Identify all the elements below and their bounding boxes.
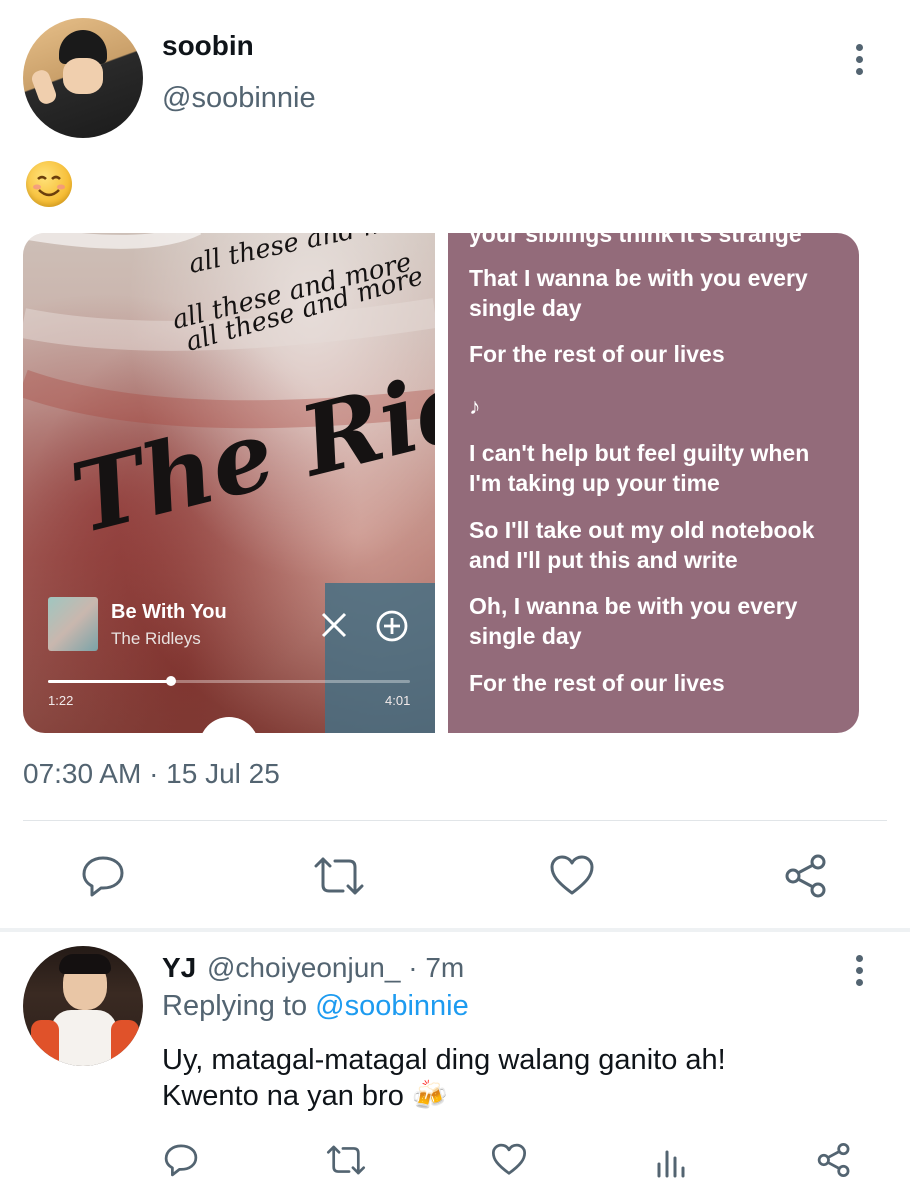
lyric-line: So I'll take out my old notebook and I'l… [469,517,815,573]
like-icon[interactable] [491,1142,527,1178]
share-icon[interactable] [816,1142,852,1178]
reply-handle-time[interactable]: @choiyeonjun_ · 7m [207,952,464,984]
album-cover-image[interactable]: all these and more all these and more al… [23,233,435,733]
author-handle[interactable]: @soobinnie [162,82,316,115]
reply-more-options-icon[interactable] [856,955,868,991]
author-avatar[interactable] [23,18,143,138]
lyric-line: Oh, I wanna be with you every single day [469,593,798,649]
retweet-icon[interactable] [326,1142,366,1178]
lyric-line: For the rest of our lives [469,341,725,367]
media-grid[interactable]: all these and more all these and more al… [23,233,859,733]
divider [23,820,887,821]
reply-icon[interactable] [80,853,126,899]
retweet-icon[interactable] [313,853,365,899]
beer-mugs-emoji: 🍻 [411,1080,448,1112]
total-duration: 4:01 [385,693,411,708]
lyric-line: I can't help but feel guilty when I'm ta… [469,440,810,496]
add-circle-icon[interactable] [375,609,409,643]
lyrics-card[interactable]: your siblings think it's strange That I … [448,233,859,733]
reply-author-name[interactable]: YJ [162,952,196,984]
share-icon[interactable] [783,853,829,899]
mini-album-art [48,597,98,651]
lyric-line: For the rest of our lives [469,670,725,696]
replying-prefix: Replying to [162,990,316,1022]
progress-track[interactable] [48,676,410,686]
close-icon[interactable] [320,611,348,639]
lyric-line-cut: your siblings think it's strange [469,233,802,247]
song-title[interactable]: Be With You [111,601,227,624]
reply-avatar[interactable] [23,946,143,1066]
progress-fill [48,680,172,683]
reply-icon[interactable] [163,1142,199,1178]
album-cover-panel [325,583,435,733]
song-artist[interactable]: The Ridleys [111,629,201,649]
like-icon[interactable] [549,853,595,899]
elapsed-time: 1:22 [48,693,74,708]
replying-handle-link[interactable]: @soobinnie [315,990,469,1022]
more-options-icon[interactable] [856,44,868,80]
replying-to: Replying to @soobinnie [162,990,469,1023]
reply-text: Uy, matagal-matagal ding walang ganito a… [162,1042,822,1114]
author-name[interactable]: soobin [162,30,254,62]
section-divider [0,928,910,932]
lyric-note: ♪ [469,393,481,419]
smiling-face-emoji [26,161,72,207]
analytics-icon[interactable] [655,1142,689,1178]
tweet-timestamp[interactable]: 07:30 AM · 15 Jul 25 [23,758,280,790]
lyric-line: That I wanna be with you every single da… [469,265,808,321]
